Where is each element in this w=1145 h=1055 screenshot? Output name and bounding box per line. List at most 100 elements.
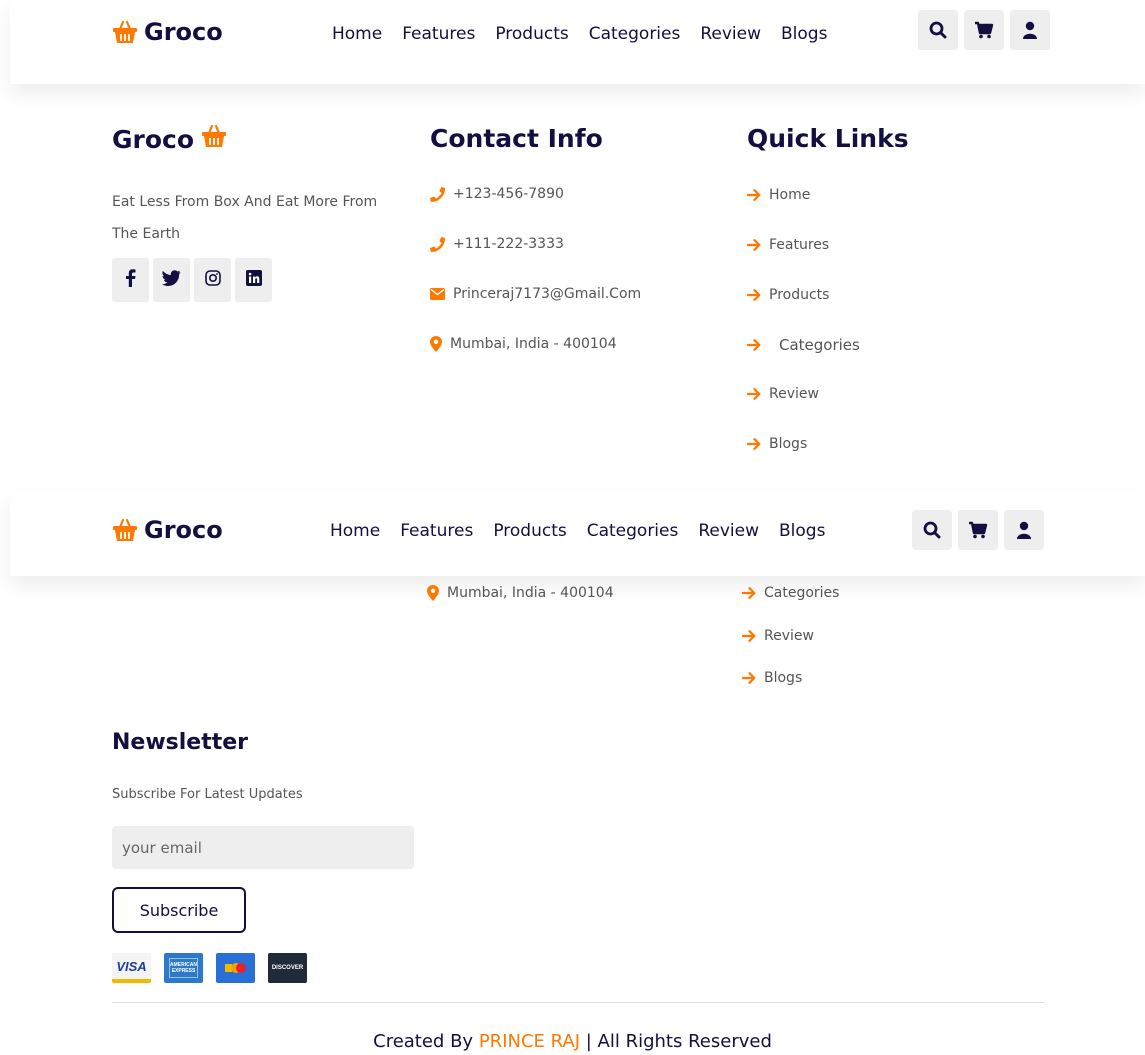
phone-icon bbox=[430, 186, 445, 202]
contact-email: Princeraj7173@Gmail.Com bbox=[430, 286, 641, 302]
user-icon bbox=[1022, 21, 1038, 39]
nav-blogs[interactable]: Blogs bbox=[781, 24, 827, 44]
quick-link-products[interactable]: Products bbox=[747, 287, 829, 303]
newsletter-subtitle: Subscribe For Latest Updates bbox=[112, 787, 303, 802]
logo[interactable]: Groco bbox=[112, 18, 223, 46]
twitter-link[interactable] bbox=[153, 258, 190, 302]
quick-links-title: Quick Links bbox=[747, 124, 909, 153]
nav-categories[interactable]: Categories bbox=[589, 24, 681, 44]
visa-card-label: VISA bbox=[116, 958, 147, 974]
quick-link-label: Categories bbox=[779, 336, 860, 354]
arrow-right-icon bbox=[747, 289, 761, 301]
payment-cards: VISA AMERICAN EXPRESS mastercard DISCOVE… bbox=[112, 953, 307, 983]
social-links bbox=[112, 258, 272, 302]
sticky-header: Groco Home Features Products Categories … bbox=[10, 492, 1145, 576]
contact-phone-1: +123-456-7890 bbox=[430, 186, 564, 202]
quick-link-review[interactable]: Review bbox=[747, 386, 819, 402]
mastercard-card-icon: mastercard bbox=[216, 953, 255, 983]
visa-card-icon: VISA bbox=[112, 953, 151, 983]
quick-link-label: Review bbox=[769, 386, 819, 402]
about-title: Groco bbox=[112, 124, 227, 154]
twitter-icon bbox=[162, 270, 181, 290]
contact-phone-2: +111-222-3333 bbox=[430, 236, 564, 252]
quick-link-label: Features bbox=[769, 237, 830, 253]
nav-home[interactable]: Home bbox=[332, 24, 382, 44]
quick-link-label: Categories bbox=[764, 585, 840, 601]
quick-link-categories[interactable]: Categories bbox=[742, 585, 839, 601]
cart-button[interactable] bbox=[958, 510, 998, 550]
nav-products[interactable]: Products bbox=[493, 521, 566, 541]
nav-features[interactable]: Features bbox=[400, 521, 473, 541]
nav-products[interactable]: Products bbox=[495, 24, 568, 44]
quick-link-features[interactable]: Features bbox=[747, 237, 829, 253]
facebook-link[interactable] bbox=[112, 258, 149, 302]
nav-home[interactable]: Home bbox=[330, 521, 380, 541]
contact-address: Mumbai, India - 400104 bbox=[427, 585, 614, 601]
quick-link-categories[interactable]: Categories bbox=[747, 336, 860, 354]
linkedin-link[interactable] bbox=[235, 258, 272, 302]
arrow-right-icon bbox=[747, 438, 761, 450]
arrow-right-icon bbox=[742, 587, 756, 599]
nav-menu: Home Features Products Categories Review… bbox=[330, 521, 825, 541]
contact-phone-2-text: +111-222-3333 bbox=[453, 236, 564, 252]
quick-link-blogs[interactable]: Blogs bbox=[747, 436, 807, 452]
quick-link-home[interactable]: Home bbox=[747, 187, 810, 203]
header-icons bbox=[912, 510, 1044, 550]
header-icons bbox=[918, 10, 1050, 50]
arrow-right-icon bbox=[747, 239, 761, 251]
logo[interactable]: Groco bbox=[112, 516, 223, 544]
nav-blogs[interactable]: Blogs bbox=[779, 521, 825, 541]
amex-card-icon: AMERICAN EXPRESS bbox=[164, 953, 203, 983]
quick-link-review[interactable]: Review bbox=[742, 628, 814, 644]
contact-address-text: Mumbai, India - 400104 bbox=[450, 336, 617, 352]
footer-divider bbox=[112, 1002, 1044, 1003]
user-button[interactable] bbox=[1004, 510, 1044, 550]
map-marker-icon bbox=[427, 585, 439, 601]
credit-line: Created By PRINCE RAJ | All Rights Reser… bbox=[0, 1031, 1145, 1052]
credit-prefix: Created By bbox=[373, 1031, 474, 1052]
cart-icon bbox=[968, 521, 988, 539]
quick-link-label: Blogs bbox=[764, 670, 803, 686]
amex-card-label: AMERICAN EXPRESS bbox=[170, 962, 197, 974]
contact-title: Contact Info bbox=[430, 124, 603, 153]
subscribe-button[interactable]: Subscribe bbox=[112, 887, 246, 933]
instagram-link[interactable] bbox=[194, 258, 231, 302]
newsletter-email-input[interactable] bbox=[112, 826, 414, 869]
credit-suffix: | All Rights Reserved bbox=[585, 1031, 772, 1052]
cart-button[interactable] bbox=[964, 10, 1004, 50]
basket-icon bbox=[112, 20, 138, 44]
arrow-right-icon bbox=[747, 339, 761, 351]
user-button[interactable] bbox=[1010, 10, 1050, 50]
search-icon bbox=[923, 521, 941, 539]
quick-link-blogs[interactable]: Blogs bbox=[742, 670, 802, 686]
credit-author-link[interactable]: PRINCE RAJ bbox=[479, 1031, 580, 1052]
cart-icon bbox=[974, 21, 994, 39]
facebook-icon bbox=[125, 269, 136, 291]
quick-link-label: Home bbox=[769, 187, 811, 203]
about-title-text: Groco bbox=[112, 124, 195, 154]
tagline: Eat Less From Box And Eat More From The … bbox=[112, 194, 378, 242]
arrow-right-icon bbox=[742, 672, 756, 684]
search-button[interactable] bbox=[918, 10, 958, 50]
phone-icon bbox=[430, 236, 445, 252]
discover-card-label: DISCOVER bbox=[271, 965, 304, 971]
header: Groco Home Features Products Categories … bbox=[10, 0, 1145, 84]
search-button[interactable] bbox=[912, 510, 952, 550]
map-marker-icon bbox=[430, 336, 442, 352]
nav-features[interactable]: Features bbox=[402, 24, 475, 44]
basket-icon bbox=[201, 124, 227, 154]
quick-link-label: Products bbox=[769, 287, 830, 303]
envelope-icon bbox=[430, 288, 445, 300]
newsletter-title: Newsletter bbox=[112, 730, 249, 755]
nav-menu: Home Features Products Categories Review… bbox=[332, 24, 827, 44]
basket-icon bbox=[112, 518, 138, 542]
search-icon bbox=[929, 21, 947, 39]
arrow-right-icon bbox=[747, 189, 761, 201]
contact-address-text: Mumbai, India - 400104 bbox=[447, 585, 614, 601]
arrow-right-icon bbox=[742, 630, 756, 642]
quick-link-label: Review bbox=[764, 628, 814, 644]
nav-review[interactable]: Review bbox=[700, 24, 761, 44]
nav-categories[interactable]: Categories bbox=[587, 521, 679, 541]
contact-phone-1-text: +123-456-7890 bbox=[453, 186, 564, 202]
nav-review[interactable]: Review bbox=[698, 521, 759, 541]
